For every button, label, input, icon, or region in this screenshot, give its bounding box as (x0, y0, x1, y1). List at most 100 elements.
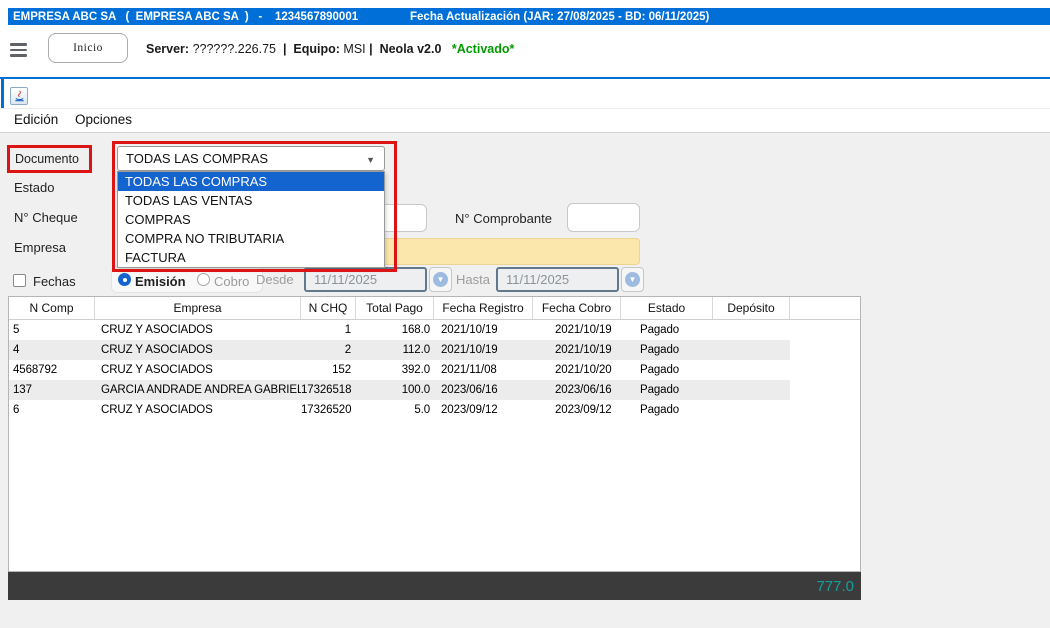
cobro-label: Cobro (214, 274, 249, 289)
calendar-dropdown-icon: ▼ (433, 272, 448, 287)
column-header[interactable]: Fecha Registro (434, 297, 533, 319)
table-cell (713, 380, 790, 400)
server-status-line: Server: ??????.226.75 | Equipo: MSI | Ne… (146, 42, 514, 56)
document-type-dropdown[interactable]: TODAS LAS COMPRAS ▼ (117, 146, 385, 171)
table-cell: 2021/10/19 (533, 340, 621, 360)
table-cell (713, 320, 790, 340)
table-cell: 4568792 (9, 360, 95, 380)
title-company-text: EMPRESA ABC SA ( EMPRESA ABC SA ) - 1234… (8, 11, 358, 23)
table-cell: 2021/10/19 (434, 340, 533, 360)
java-taskbar-button[interactable] (10, 87, 28, 105)
table-cell (790, 340, 860, 360)
table-cell: 2023/06/16 (434, 380, 533, 400)
column-header[interactable]: Empresa (95, 297, 301, 319)
table-cell: CRUZ Y ASOCIADOS (95, 360, 301, 380)
cobro-radio[interactable] (197, 273, 210, 286)
main-toolbar: Inicio Server: ??????.226.75 | Equipo: M… (0, 25, 1050, 77)
table-row[interactable]: 4CRUZ Y ASOCIADOS2112.02021/10/192021/10… (9, 340, 860, 360)
table-cell: Pagado (621, 340, 713, 360)
table-cell: 17326518 (301, 380, 356, 400)
table-cell: Pagado (621, 380, 713, 400)
menu-bar: Edición Opciones (0, 109, 1050, 133)
dropdown-option[interactable]: COMPRA NO TRIBUTARIA (118, 229, 384, 248)
emision-radio[interactable] (118, 273, 131, 286)
dropdown-option[interactable]: COMPRAS (118, 210, 384, 229)
table-cell: 392.0 (356, 360, 434, 380)
column-header[interactable]: Depósito (713, 297, 790, 319)
table-cell: 6 (9, 400, 95, 420)
desde-calendar-button[interactable]: ▼ (429, 267, 452, 292)
dropdown-list: TODAS LAS COMPRASTODAS LAS VENTASCOMPRAS… (117, 171, 385, 268)
table-row[interactable]: 5CRUZ Y ASOCIADOS1168.02021/10/192021/10… (9, 320, 860, 340)
hasta-date-input[interactable]: 11/11/2025 (496, 267, 619, 292)
table-cell: CRUZ Y ASOCIADOS (95, 340, 301, 360)
table-cell: 168.0 (356, 320, 434, 340)
table-cell (790, 360, 860, 380)
table-cell (713, 400, 790, 420)
comprobante-input[interactable] (567, 203, 640, 232)
column-header[interactable]: Estado (621, 297, 713, 319)
table-cell (790, 320, 860, 340)
app-window: EMPRESA ABC SA ( EMPRESA ABC SA ) - 1234… (0, 0, 1050, 628)
title-update-text: Fecha Actualización (JAR: 27/08/2025 - B… (410, 11, 709, 23)
table-cell: 2023/09/12 (533, 400, 621, 420)
hamburger-menu-icon[interactable] (10, 43, 27, 57)
dropdown-option[interactable]: FACTURA (118, 248, 384, 267)
dropdown-option[interactable]: TODAS LAS COMPRAS (118, 172, 384, 191)
table-row[interactable]: 4568792CRUZ Y ASOCIADOS152392.02021/11/0… (9, 360, 860, 380)
equipo-value: MSI (343, 42, 365, 56)
table-row[interactable]: 6CRUZ Y ASOCIADOS173265205.02023/09/1220… (9, 400, 860, 420)
java-coffee-icon (13, 90, 26, 103)
table-cell: 2021/10/20 (533, 360, 621, 380)
table-cell: 5 (9, 320, 95, 340)
table-cell: CRUZ Y ASOCIADOS (95, 320, 301, 340)
table-cell: 112.0 (356, 340, 434, 360)
results-table: N CompEmpresaN CHQTotal PagoFecha Regist… (8, 296, 861, 572)
home-button[interactable]: Inicio (48, 33, 128, 63)
menu-edicion[interactable]: Edición (14, 112, 58, 127)
annotation-highlight-documento: Documento (7, 145, 92, 173)
table-row[interactable]: 137GARCIA ANDRADE ANDREA GABRIELA1732651… (9, 380, 860, 400)
table-cell (790, 380, 860, 400)
hasta-calendar-button[interactable]: ▼ (621, 267, 644, 292)
table-cell: Pagado (621, 400, 713, 420)
table-header-row: N CompEmpresaN CHQTotal PagoFecha Regist… (9, 297, 860, 320)
table-cell: CRUZ Y ASOCIADOS (95, 400, 301, 420)
table-cell (713, 340, 790, 360)
empresa-label: Empresa (14, 240, 66, 255)
fechas-label: Fechas (33, 274, 76, 289)
app-title-bar: EMPRESA ABC SA ( EMPRESA ABC SA ) - 1234… (8, 8, 1050, 25)
table-cell: 2023/09/12 (434, 400, 533, 420)
server-label: Server: (146, 42, 189, 56)
summary-bar: 777.0 (8, 572, 861, 600)
table-cell: Pagado (621, 360, 713, 380)
activation-status: *Activado* (452, 42, 515, 56)
table-cell: 17326520 (301, 400, 356, 420)
column-header[interactable] (790, 297, 860, 319)
table-cell: Pagado (621, 320, 713, 340)
table-cell (713, 360, 790, 380)
dropdown-option[interactable]: TODAS LAS VENTAS (118, 191, 384, 210)
comprobante-label: N° Comprobante (455, 211, 552, 226)
equipo-label: Equipo: (293, 42, 340, 56)
emision-label: Emisión (135, 274, 186, 289)
separator: | (369, 42, 373, 56)
table-cell: 137 (9, 380, 95, 400)
column-header[interactable]: Fecha Cobro (533, 297, 621, 319)
server-value: ??????.226.75 (193, 42, 276, 56)
column-header[interactable]: N Comp (9, 297, 95, 319)
column-header[interactable]: N CHQ (301, 297, 356, 319)
table-body: 5CRUZ Y ASOCIADOS1168.02021/10/192021/10… (9, 320, 860, 420)
desde-date-input[interactable]: 11/11/2025 (304, 267, 427, 292)
cheque-label: N° Cheque (14, 210, 78, 225)
fechas-checkbox[interactable] (13, 274, 26, 287)
table-cell: 4 (9, 340, 95, 360)
table-cell: 2023/06/16 (533, 380, 621, 400)
column-header[interactable]: Total Pago (356, 297, 434, 319)
separator: | (283, 42, 287, 56)
table-cell: 2021/10/19 (533, 320, 621, 340)
menu-opciones[interactable]: Opciones (75, 112, 132, 127)
table-cell: 2 (301, 340, 356, 360)
table-cell: 2021/11/08 (434, 360, 533, 380)
total-amount: 777.0 (816, 578, 861, 595)
